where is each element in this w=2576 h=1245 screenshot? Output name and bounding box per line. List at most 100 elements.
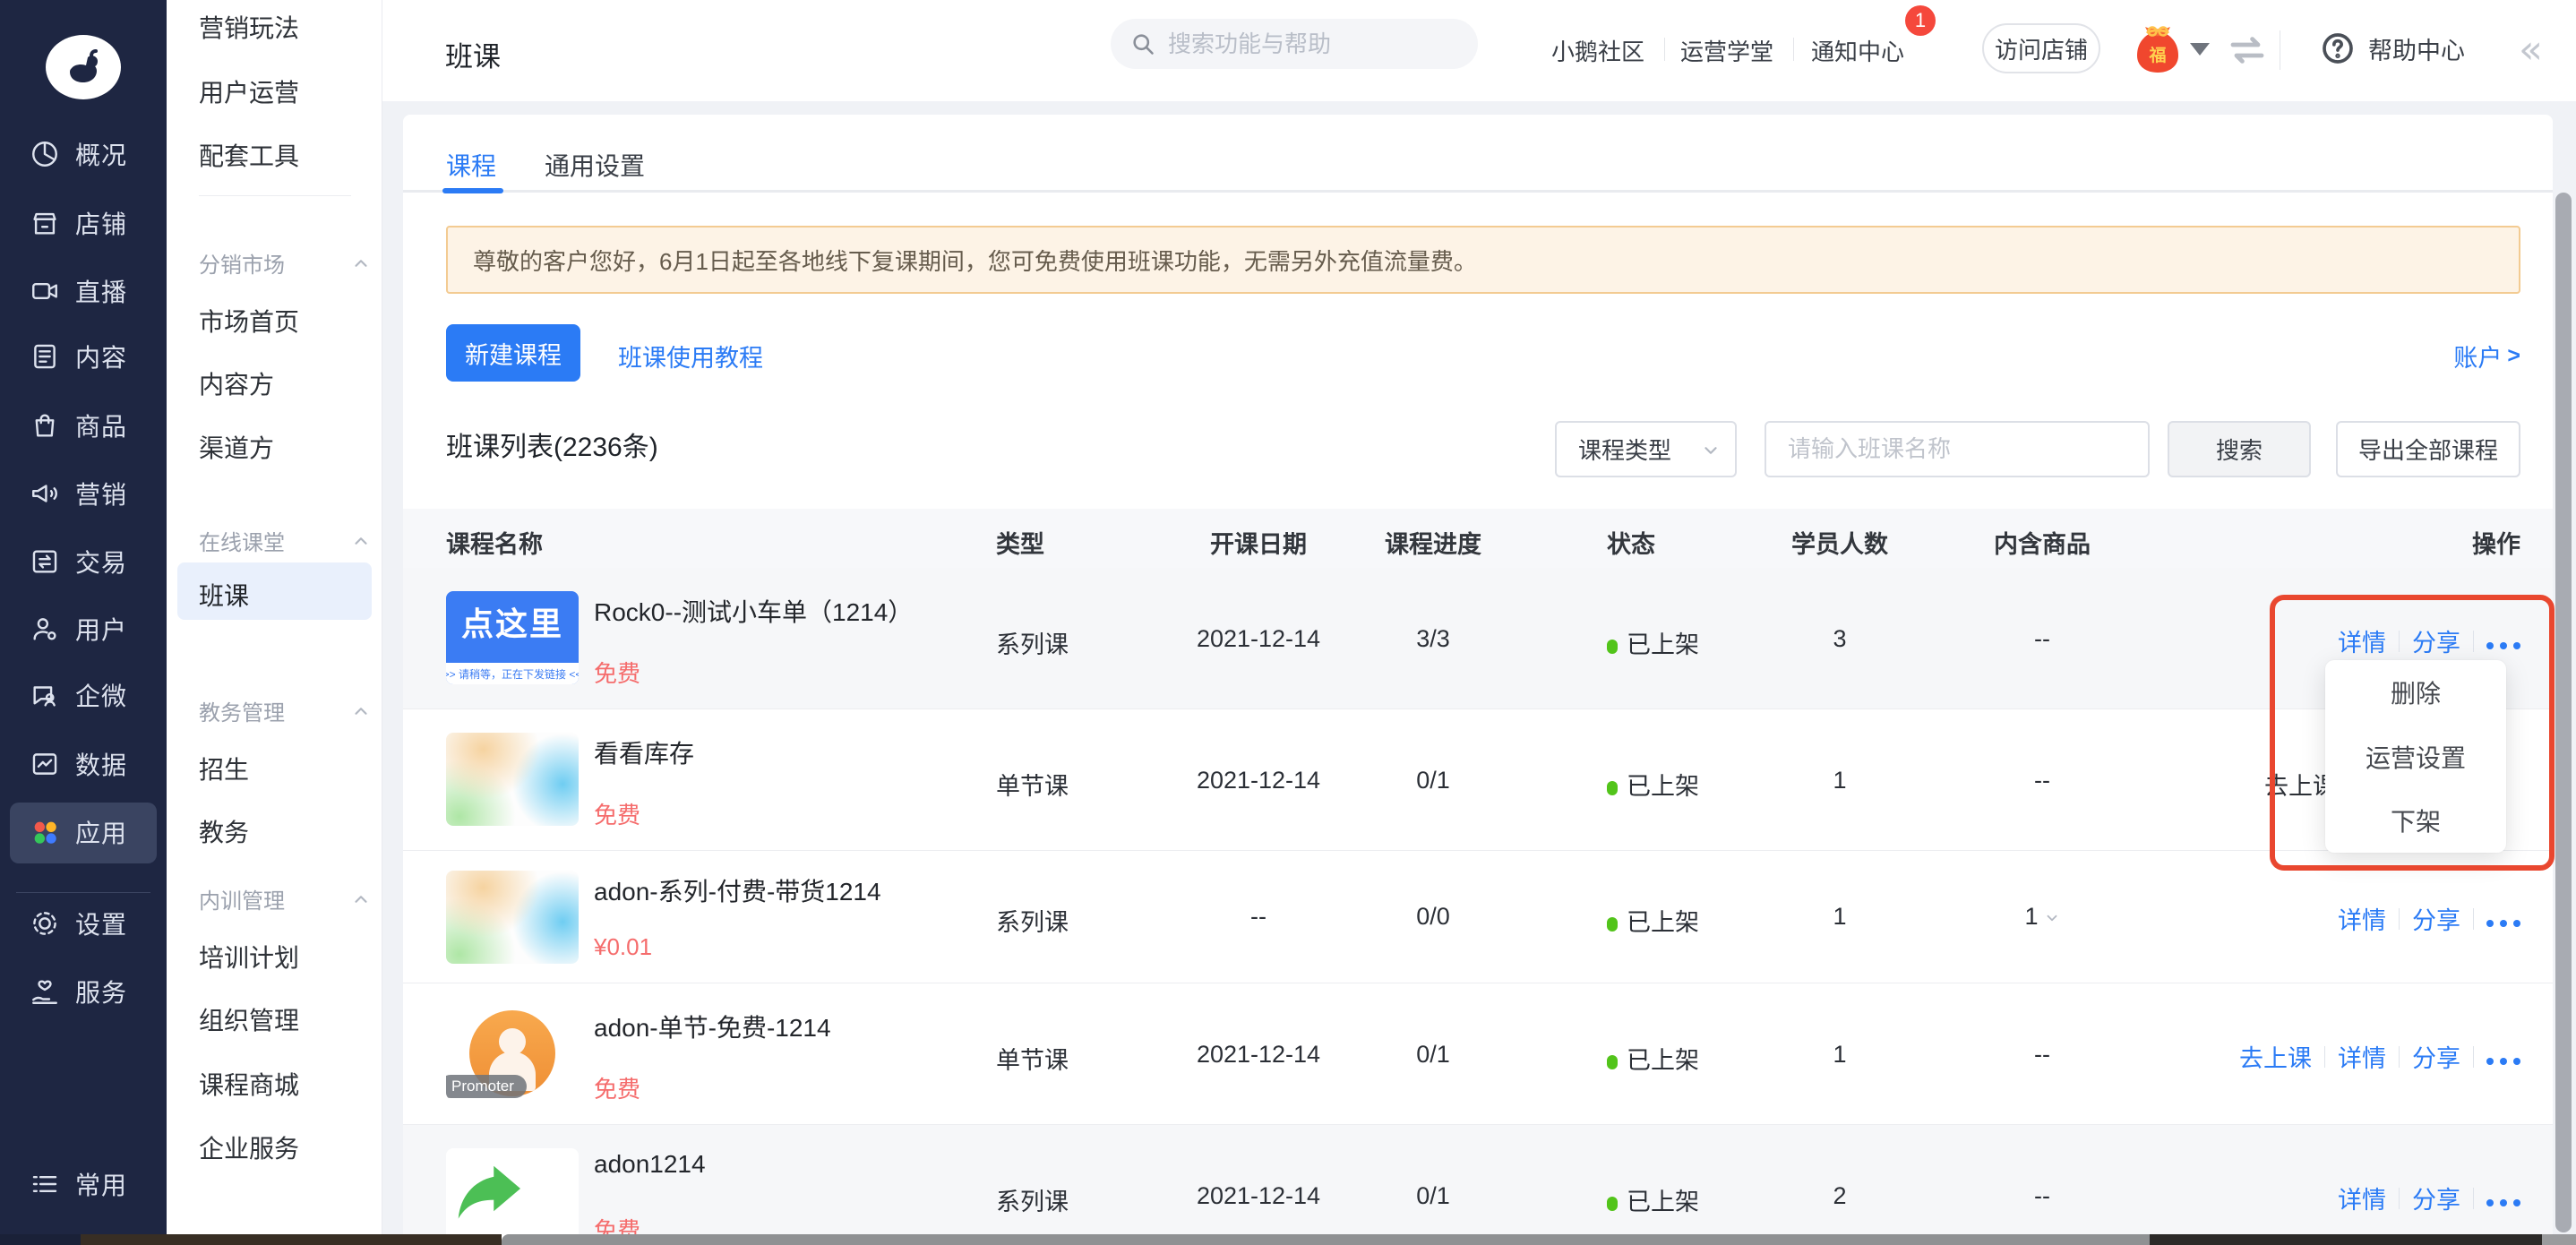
more-actions-icon[interactable] (2486, 1049, 2520, 1065)
table-row[interactable]: 点这里 >> 请稍等，正在下发链接 << Rock0--测试小车单（1214） … (403, 568, 2553, 709)
sidebar-item-users[interactable]: 用户 (0, 602, 167, 656)
more-actions-icon[interactable] (2486, 911, 2520, 927)
menu-item-take-down[interactable]: 下架 (2325, 788, 2506, 853)
table-row[interactable]: 看看库存 免费 单节课 2021-12-14 0/1 已上架 1 -- 去上课 (403, 709, 2553, 851)
help-center[interactable]: 帮助中心 (2320, 30, 2465, 66)
switch-account-icon[interactable] (2226, 29, 2269, 72)
global-search[interactable] (1111, 19, 1478, 69)
link-operation-school[interactable]: 运营学堂 (1680, 34, 1773, 67)
share-link[interactable]: 分享 (2412, 901, 2460, 936)
course-name[interactable]: adon1214 (594, 1150, 706, 1179)
course-price: 免费 (594, 656, 640, 689)
col-start-date: 开课日期 (1191, 525, 1326, 560)
sidebar-item-service[interactable]: 服务 (0, 965, 167, 1018)
submenu-item-marketing-play[interactable]: 营销玩法 (199, 9, 299, 45)
search-button[interactable]: 搜索 (2168, 421, 2311, 477)
submenu-item-tools[interactable]: 配套工具 (199, 137, 299, 173)
detail-link[interactable]: 详情 (2338, 1039, 2386, 1074)
avatar-lucky-bag[interactable]: 福 (2134, 21, 2181, 73)
table-header: 课程名称 类型 开课日期 课程进度 状态 学员人数 内含商品 操作 (403, 509, 2553, 568)
chevron-up-icon (351, 701, 371, 721)
submenu-group-online-class[interactable]: 在线课堂 (199, 525, 371, 556)
course-type-select[interactable]: 课程类型 (1555, 421, 1737, 477)
share-link[interactable]: 分享 (2412, 1181, 2460, 1215)
submenu-item-user-operation[interactable]: 用户运营 (199, 73, 299, 109)
course-thumbnail: Promoter (446, 1007, 579, 1100)
sidebar-item-data[interactable]: 数据 (0, 737, 167, 791)
menu-item-operation-settings[interactable]: 运营设置 (2325, 725, 2506, 789)
document-icon (29, 340, 61, 373)
submenu-group-distribution[interactable]: 分销市场 (199, 247, 371, 279)
sidebar-item-frequent[interactable]: 常用 (0, 1157, 167, 1211)
included-products-expandable[interactable]: 1 (1975, 903, 2109, 931)
more-actions-icon[interactable] (2486, 1190, 2520, 1206)
sidebar-item-trade[interactable]: 交易 (0, 535, 167, 588)
sidebar-item-settings[interactable]: 设置 (0, 897, 167, 950)
course-type: 系列课 (996, 1182, 1069, 1217)
global-search-input[interactable] (1168, 30, 1464, 58)
chevron-down-icon (2044, 910, 2060, 926)
row-actions: 去上课 详情 分享 (2239, 1039, 2520, 1074)
xiaoe-logo[interactable] (45, 34, 122, 100)
sidebar-item-qiwei[interactable]: 企微 (0, 668, 167, 722)
col-progress: 课程进度 (1366, 525, 1500, 560)
submenu-item-banke-active[interactable]: 班课 (199, 577, 249, 613)
tab-courses[interactable]: 课程 (446, 147, 496, 183)
submenu-item-academic-affairs[interactable]: 教务 (199, 813, 249, 849)
submenu-group-academic[interactable]: 教务管理 (199, 695, 371, 726)
col-students: 学员人数 (1773, 525, 1907, 560)
avatar-caret-down-icon[interactable] (2190, 43, 2210, 56)
link-notification-center[interactable]: 通知中心 (1811, 34, 1904, 67)
sidebar-item-marketing[interactable]: 营销 (0, 467, 167, 520)
student-count: 1 (1773, 903, 1907, 931)
top-header: 班课 小鹅社区 运营学堂 通知中心 1 访问店铺 福 帮助中心 « (382, 0, 2576, 101)
course-progress: 3/3 (1366, 625, 1500, 653)
submenu-item-market-home[interactable]: 市场首页 (199, 303, 299, 339)
course-name[interactable]: adon-单节-免费-1214 (594, 1009, 831, 1044)
course-status: 已上架 (1607, 1182, 1699, 1217)
share-arrow-icon (451, 1157, 527, 1232)
link-community[interactable]: 小鹅社区 (1551, 34, 1644, 67)
course-price: 免费 (594, 1071, 640, 1104)
export-courses-button[interactable]: 导出全部课程 (2336, 421, 2520, 477)
account-link[interactable]: 账户 > (2453, 339, 2520, 374)
submenu-item-org-management[interactable]: 组织管理 (199, 1001, 299, 1037)
go-to-class-link[interactable]: 去上课 (2239, 1039, 2312, 1074)
submenu-item-enterprise-service[interactable]: 企业服务 (199, 1129, 299, 1165)
collapse-panel-icon[interactable]: « (2519, 27, 2543, 73)
sidebar-item-content[interactable]: 内容 (0, 330, 167, 383)
detail-link[interactable]: 详情 (2338, 1181, 2386, 1215)
course-name[interactable]: Rock0--测试小车单（1214） (594, 593, 913, 629)
submenu-group-internal-training[interactable]: 内训管理 (199, 883, 371, 914)
submenu-item-course-mall[interactable]: 课程商城 (199, 1066, 299, 1102)
visit-shop-button[interactable]: 访问店铺 (1982, 23, 2100, 73)
table-row[interactable]: adon1214 免费 系列课 2021-12-14 0/1 已上架 2 -- … (403, 1125, 2553, 1245)
vertical-scrollbar[interactable] (2555, 193, 2572, 1232)
course-name-input[interactable] (1765, 421, 2150, 477)
tab-general-settings[interactable]: 通用设置 (545, 147, 645, 183)
sidebar-item-live[interactable]: 直播 (0, 264, 167, 318)
submenu-item-channel-party[interactable]: 渠道方 (199, 429, 274, 465)
sidebar-item-goods[interactable]: 商品 (0, 399, 167, 452)
sidebar-item-shop[interactable]: 店铺 (0, 196, 167, 250)
submenu-item-training-plan[interactable]: 培训计划 (199, 939, 299, 975)
menu-item-delete[interactable]: 删除 (2325, 660, 2506, 725)
course-status: 已上架 (1607, 625, 1699, 660)
sidebar-item-overview[interactable]: 概况 (0, 127, 167, 181)
course-price: ¥0.01 (594, 933, 652, 961)
share-link[interactable]: 分享 (2412, 623, 2460, 658)
more-actions-icon[interactable] (2486, 633, 2520, 649)
submenu-item-content-party[interactable]: 内容方 (199, 365, 274, 401)
new-course-button[interactable]: 新建课程 (446, 324, 580, 382)
share-link[interactable]: 分享 (2412, 1039, 2460, 1074)
table-row[interactable]: adon-系列-付费-带货1214 ¥0.01 系列课 -- 0/0 已上架 1… (403, 851, 2553, 983)
sidebar-item-apps[interactable]: 应用 (0, 805, 167, 859)
course-name[interactable]: 看看库存 (594, 734, 694, 770)
detail-link[interactable]: 详情 (2338, 623, 2386, 658)
detail-link[interactable]: 详情 (2338, 901, 2386, 936)
student-count: 2 (1773, 1182, 1907, 1210)
submenu-item-enrollment[interactable]: 招生 (199, 751, 249, 786)
tutorial-link[interactable]: 班课使用教程 (618, 339, 763, 374)
table-row[interactable]: Promoter adon-单节-免费-1214 免费 单节课 2021-12-… (403, 983, 2553, 1125)
course-name[interactable]: adon-系列-付费-带货1214 (594, 872, 881, 908)
